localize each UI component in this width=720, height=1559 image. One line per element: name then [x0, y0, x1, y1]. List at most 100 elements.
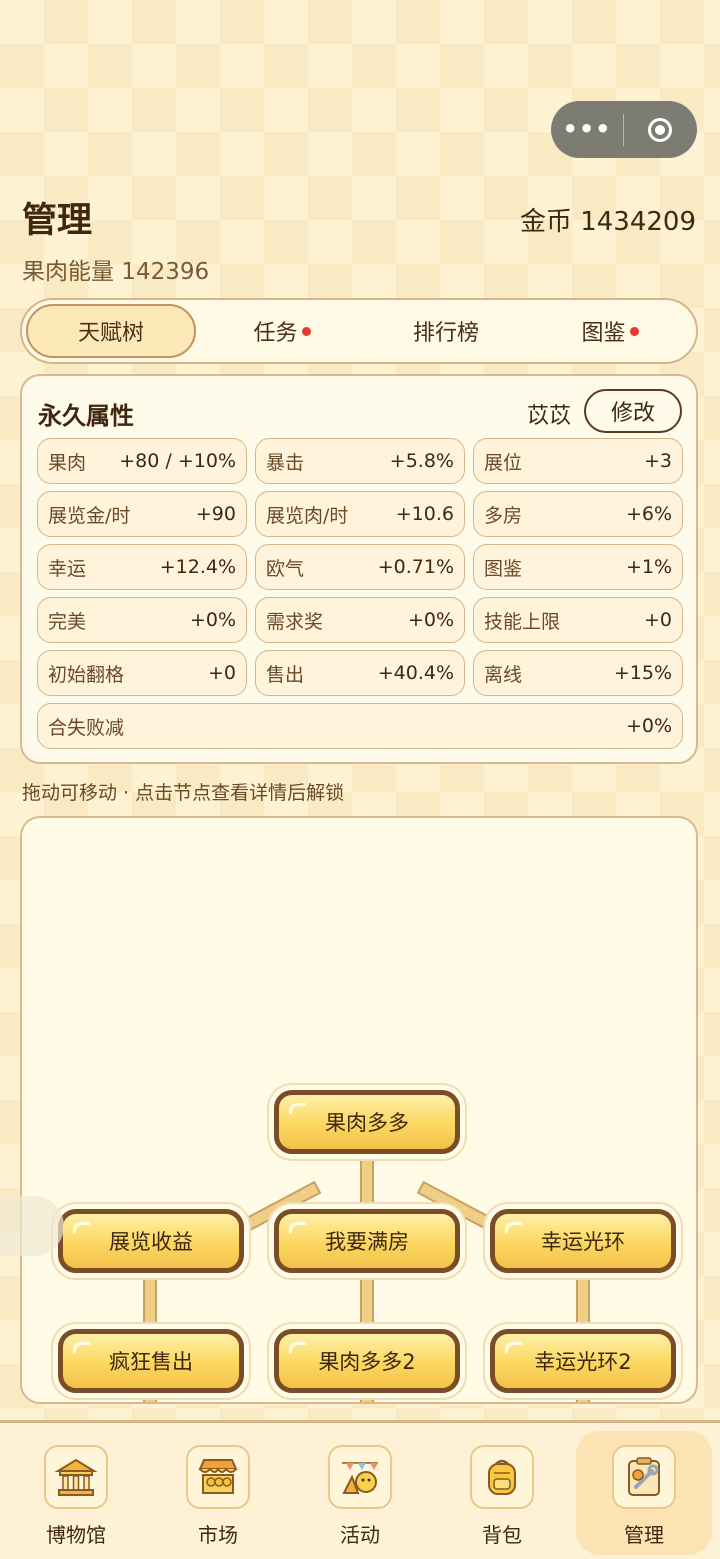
- tree-connector: [360, 1276, 374, 1328]
- notification-dot: [629, 326, 639, 336]
- notification-dot: [301, 326, 311, 336]
- node-label: 我要满房: [325, 1230, 409, 1254]
- stat-value: +0: [207, 662, 236, 684]
- stat-value: +15%: [613, 662, 672, 684]
- stat-fortune: 欧气 +0.71%: [255, 544, 465, 590]
- target-circle-icon: [648, 117, 672, 142]
- drag-hint-text: 拖动可移动 · 点击节点查看详情后解锁: [22, 782, 345, 804]
- tree-connector: [576, 1396, 590, 1402]
- stat-label: 技能上限: [484, 610, 561, 633]
- miniprogram-capsule: •••: [551, 101, 697, 158]
- tab-tasks[interactable]: 任务: [200, 304, 364, 358]
- stat-value: +90: [195, 503, 236, 525]
- stat-luck: 幸运 +12.4%: [37, 544, 247, 590]
- tree-connector: [360, 1396, 374, 1402]
- node-label: 幸运光环: [541, 1230, 625, 1254]
- stat-value: +10.6: [395, 503, 454, 525]
- stat-value: +0%: [407, 609, 454, 631]
- party-icon: [328, 1445, 392, 1509]
- tree-connector: [360, 1158, 374, 1208]
- stat-label: 果肉: [48, 451, 87, 474]
- nav-label: 背包: [482, 1523, 522, 1547]
- edit-nickname-button[interactable]: 修改: [584, 389, 682, 433]
- stat-label: 暴击: [266, 451, 305, 474]
- tab-collection[interactable]: 图鉴: [528, 304, 692, 358]
- panel-title: 永久属性: [38, 402, 134, 430]
- stat-label: 初始翻格: [48, 663, 125, 686]
- nav-manage[interactable]: 管理: [576, 1431, 712, 1555]
- stat-offline: 离线 +15%: [473, 650, 683, 696]
- museum-icon: [44, 1445, 108, 1509]
- manage-tools-icon: [612, 1445, 676, 1509]
- talent-node-exhibit-income[interactable]: 展览收益: [58, 1209, 244, 1273]
- stat-pulp: 果肉 +80 / +10%: [37, 438, 247, 484]
- stat-label: 售出: [266, 663, 305, 686]
- talent-node-lucky-aura-2[interactable]: 幸运光环2: [490, 1329, 676, 1393]
- talent-node-pulp-plenty-2[interactable]: 果肉多多2: [274, 1329, 460, 1393]
- stat-value: +40.4%: [377, 662, 454, 684]
- talent-tree-canvas[interactable]: 果肉多多 展览收益 我要满房 幸运光环 疯狂售出 果肉多多2 幸运光环2: [20, 816, 698, 1404]
- tab-label: 天赋树: [77, 321, 144, 346]
- tab-bar: 天赋树 任务 排行榜 图鉴: [20, 298, 698, 364]
- stat-label: 幸运: [48, 557, 87, 580]
- talent-node-pulp-plenty[interactable]: 果肉多多: [274, 1090, 460, 1154]
- node-label: 幸运光环2: [534, 1350, 632, 1374]
- tab-label: 任务: [253, 321, 298, 346]
- page-title: 管理: [22, 201, 93, 241]
- stat-value: +6%: [625, 503, 672, 525]
- stat-exhibit-gold: 展览金/时 +90: [37, 491, 247, 537]
- nav-label: 市场: [198, 1523, 238, 1547]
- stat-label: 完美: [48, 610, 87, 633]
- stat-label: 合失败减: [48, 716, 125, 739]
- close-miniprogram-button[interactable]: [624, 117, 696, 142]
- stat-collection: 图鉴 +1%: [473, 544, 683, 590]
- tab-label: 图鉴: [581, 321, 626, 346]
- nav-label: 活动: [340, 1523, 380, 1547]
- stat-value: +3: [643, 450, 672, 472]
- tree-connector: [143, 1396, 157, 1402]
- backpack-icon: [470, 1445, 534, 1509]
- pulp-energy: 果肉能量 142396: [22, 259, 210, 285]
- talent-node-crazy-sale[interactable]: 疯狂售出: [58, 1329, 244, 1393]
- player-nickname: 苡苡: [527, 404, 572, 429]
- stat-exhibit-pulp: 展览肉/时 +10.6: [255, 491, 465, 537]
- node-label: 展览收益: [109, 1230, 193, 1254]
- floating-side-button[interactable]: [0, 1196, 64, 1256]
- tab-talent-tree[interactable]: 天赋树: [26, 304, 196, 358]
- nav-backpack[interactable]: 背包: [442, 1431, 562, 1555]
- node-label: 果肉多多: [325, 1111, 409, 1135]
- stat-demand-reward: 需求奖 +0%: [255, 597, 465, 643]
- nav-label: 博物馆: [46, 1523, 106, 1547]
- stat-label: 展位: [484, 451, 523, 474]
- tab-leaderboard[interactable]: 排行榜: [364, 304, 528, 358]
- nav-market[interactable]: 市场: [158, 1431, 278, 1555]
- stat-label: 展览肉/时: [266, 504, 349, 527]
- tab-label: 排行榜: [412, 321, 479, 346]
- stat-label: 需求奖: [266, 610, 324, 633]
- stat-label: 欧气: [266, 557, 305, 580]
- stat-label: 展览金/时: [48, 504, 131, 527]
- stat-skill-cap: 技能上限 +0: [473, 597, 683, 643]
- talent-node-lucky-aura[interactable]: 幸运光环: [490, 1209, 676, 1273]
- talent-node-full-house[interactable]: 我要满房: [274, 1209, 460, 1273]
- tree-connector: [576, 1276, 590, 1328]
- stat-value: +1%: [625, 556, 672, 578]
- stat-booth: 展位 +3: [473, 438, 683, 484]
- node-label: 疯狂售出: [109, 1350, 193, 1374]
- tree-connector: [143, 1276, 157, 1328]
- stat-value: +80 / +10%: [119, 450, 236, 472]
- nav-museum[interactable]: 博物馆: [16, 1431, 136, 1555]
- stat-perfect: 完美 +0%: [37, 597, 247, 643]
- stat-merge-fail-reduce: 合失败减 +0%: [37, 703, 683, 749]
- stat-value: +0%: [189, 609, 236, 631]
- stat-multi-room: 多房 +6%: [473, 491, 683, 537]
- stat-label: 图鉴: [484, 557, 523, 580]
- node-label: 果肉多多2: [318, 1350, 416, 1374]
- stat-sell: 售出 +40.4%: [255, 650, 465, 696]
- more-menu-icon[interactable]: •••: [551, 101, 623, 158]
- stat-label: 离线: [484, 663, 523, 686]
- stat-crit: 暴击 +5.8%: [255, 438, 465, 484]
- nav-activity[interactable]: 活动: [300, 1431, 420, 1555]
- market-stall-icon: [186, 1445, 250, 1509]
- stat-value: +12.4%: [159, 556, 236, 578]
